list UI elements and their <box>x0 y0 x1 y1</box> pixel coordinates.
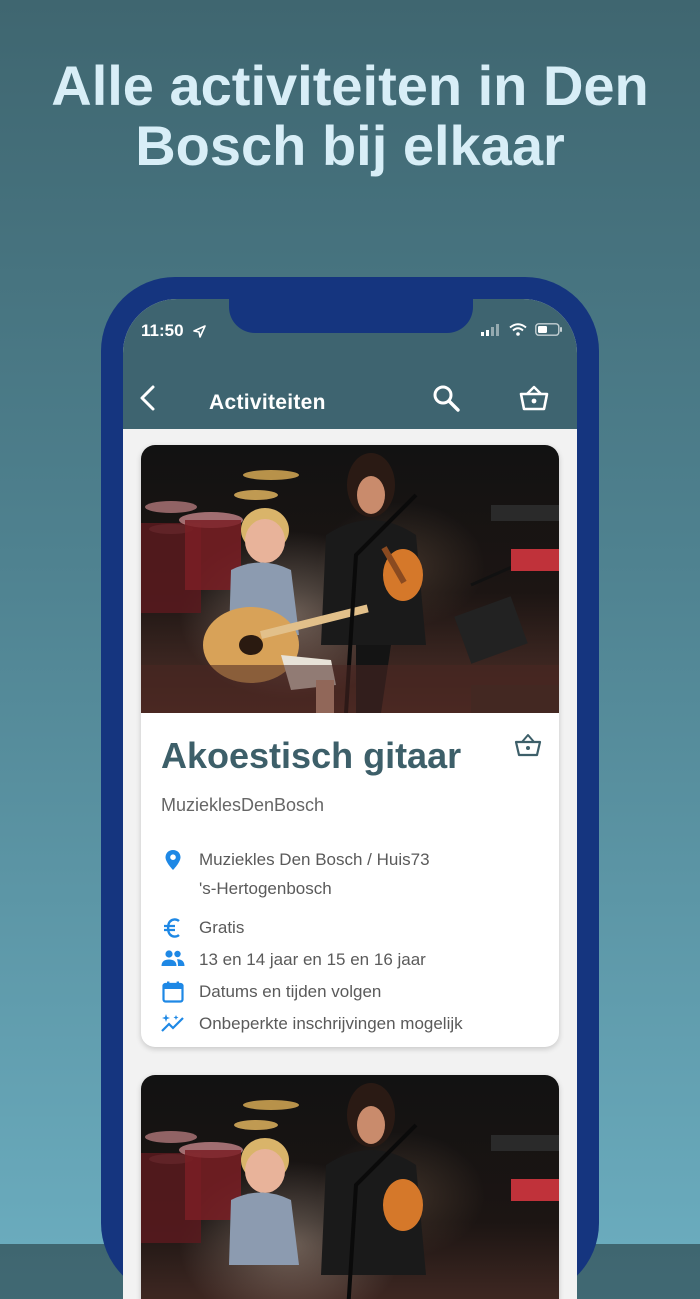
activity-title: Akoestisch gitaar <box>161 735 462 776</box>
guitar-lesson-image <box>141 1083 559 1299</box>
detail-schedule: Datums en tijden volgen <box>161 981 541 1003</box>
back-chevron-icon[interactable] <box>137 381 161 415</box>
activity-organizer: MuzieklesDenBosch <box>161 795 325 815</box>
search-icon[interactable] <box>431 381 463 415</box>
detail-location: Muziekles Den Bosch / Huis73 's-Hertogen… <box>161 849 541 907</box>
battery-icon <box>535 323 562 336</box>
detail-price: Gratis <box>161 917 541 939</box>
status-time: 11:50 <box>141 321 184 340</box>
location-pin-icon <box>165 850 181 870</box>
activity-card[interactable]: Akoestisch gitaar MuzieklesDenBosch Muzi… <box>141 445 559 1047</box>
phone-notch <box>229 299 473 333</box>
location-line-2: 's-Hertogenbosch <box>199 879 332 898</box>
signal-icon <box>481 323 499 336</box>
activity-capacity: Onbeperkte inschrijvingen mogelijk <box>199 1014 463 1033</box>
euro-icon <box>164 918 180 938</box>
wifi-icon <box>509 323 527 336</box>
phone-frame: 11:50 Activiteiten Akoestisch gitaar Muz… <box>101 277 599 1299</box>
status-icons <box>481 323 563 336</box>
page-title: Activiteiten <box>209 391 326 414</box>
basket-icon[interactable] <box>513 731 543 759</box>
activity-details: Muziekles Den Bosch / Huis73 's-Hertogen… <box>161 849 541 1045</box>
promo-headline: Alle activiteiten in Den Bosch bij elkaa… <box>51 54 649 177</box>
activity-schedule: Datums en tijden volgen <box>199 982 382 1001</box>
calendar-icon <box>162 981 184 1003</box>
location-line-1: Muziekles Den Bosch / Huis73 <box>199 850 430 869</box>
activity-card[interactable] <box>141 1075 559 1299</box>
activity-ages: 13 en 14 jaar en 15 en 16 jaar <box>199 950 426 969</box>
sparkle-trend-icon <box>161 1014 184 1032</box>
activity-photo <box>141 445 559 713</box>
location-arrow-icon <box>193 325 206 338</box>
detail-capacity: Onbeperkte inschrijvingen mogelijk <box>161 1013 541 1035</box>
guitar-lesson-image <box>141 453 559 713</box>
people-icon <box>161 950 185 966</box>
activity-price: Gratis <box>199 918 245 937</box>
basket-icon[interactable] <box>517 381 551 415</box>
detail-ages: 13 en 14 jaar en 15 en 16 jaar <box>161 949 541 971</box>
app-screen: 11:50 Activiteiten Akoestisch gitaar Muz… <box>123 299 577 1299</box>
activity-photo <box>141 1075 559 1299</box>
